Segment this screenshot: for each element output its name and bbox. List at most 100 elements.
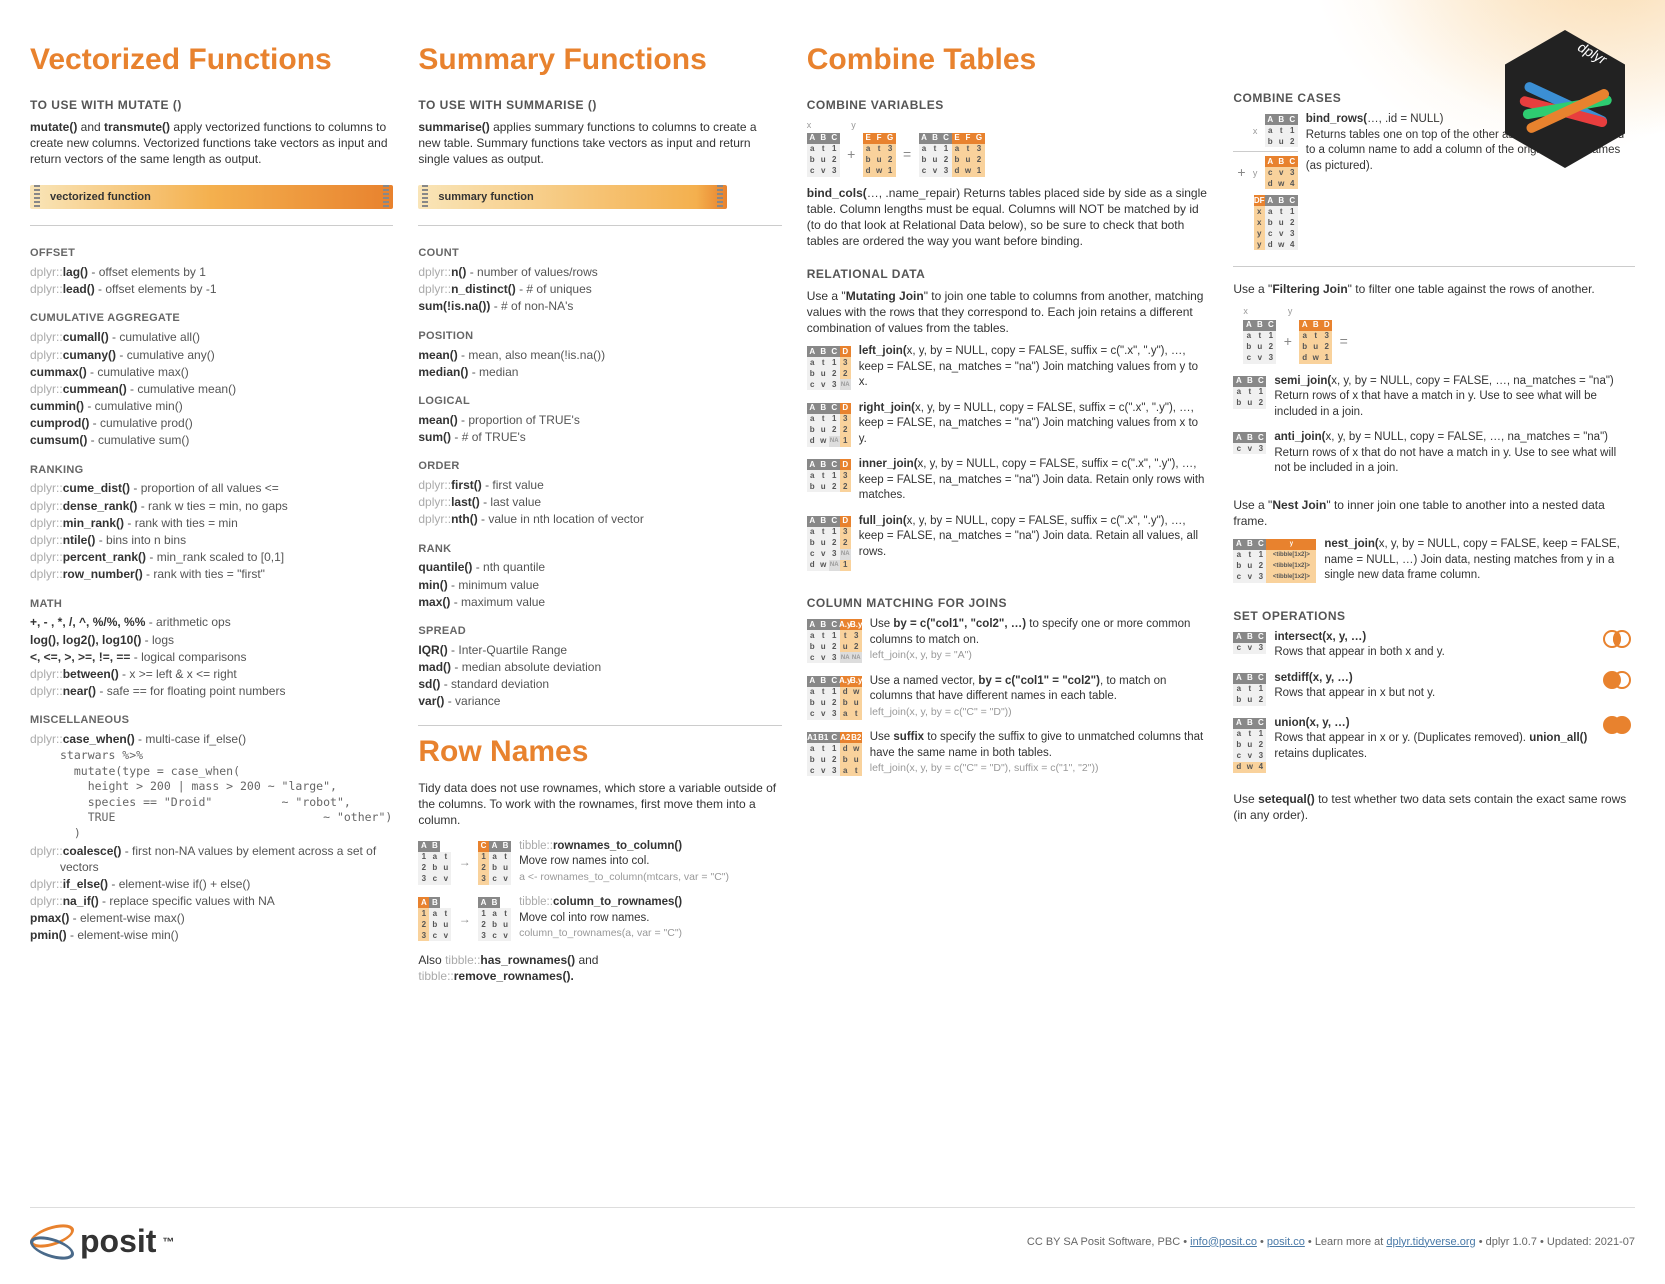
category-heading: OFFSET bbox=[30, 246, 393, 261]
category-heading: RANK bbox=[418, 542, 781, 557]
function-line: dplyr::na_if() - replace specific values… bbox=[30, 893, 393, 909]
rule bbox=[30, 225, 393, 226]
venn-setdiff-icon bbox=[1603, 671, 1635, 693]
filtering-intro: Use a "Filtering Join" to filter one tab… bbox=[1233, 281, 1635, 297]
column-combine: Combine Tables COMBINE VARIABLES xy ABCa… bbox=[807, 40, 1209, 1190]
subhead-combine-vars: COMBINE VARIABLES bbox=[807, 97, 1209, 113]
function-line: dplyr::cume_dist() - proportion of all v… bbox=[30, 480, 393, 496]
rule bbox=[418, 225, 781, 226]
function-line: pmin() - element-wise min() bbox=[30, 927, 393, 943]
column-to-rownames-row: AB1at2bu3cv → AB1at2bu3cv tibble::column… bbox=[418, 895, 781, 942]
function-line: dplyr::ntile() - bins into n bins bbox=[30, 532, 393, 548]
function-line: dplyr::case_when() - multi-case if_else(… bbox=[30, 731, 393, 747]
category-heading: CUMULATIVE AGGREGATE bbox=[30, 311, 393, 326]
subhead-matching: COLUMN MATCHING FOR JOINS bbox=[807, 595, 1209, 611]
rule bbox=[418, 725, 781, 726]
function-line: dplyr::near() - safe == for floating poi… bbox=[30, 683, 393, 699]
join-row: ABCDat13bu22inner_join(x, y, by = NULL, … bbox=[807, 457, 1209, 504]
function-line: dplyr::n_distinct() - # of uniques bbox=[418, 281, 781, 297]
union-row: ABCat1bu2cv3dw4 union(x, y, …)Rows that … bbox=[1233, 716, 1635, 773]
category-heading: LOGICAL bbox=[418, 394, 781, 409]
function-line: min() - minimum value bbox=[418, 577, 781, 593]
category-heading: POSITION bbox=[418, 329, 781, 344]
nest-intro: Use a "Nest Join" to inner join one tabl… bbox=[1233, 497, 1635, 529]
setdiff-row: ABCat1bu2 setdiff(x, y, …)Rows that appe… bbox=[1233, 671, 1635, 706]
posit-logo: posit™ bbox=[30, 1220, 174, 1264]
function-line: sum(!is.na()) - # of non-NA's bbox=[418, 298, 781, 314]
column-combine-cases: COMBINE CASES x ABCat1bu2 + y ABCcv3dw4 … bbox=[1233, 40, 1635, 1190]
join-row: ABCDat13bu22cv3NAleft_join(x, y, by = NU… bbox=[807, 344, 1209, 391]
summary-bar: summary function bbox=[418, 185, 727, 209]
function-line: dplyr::coalesce() - first non-NA values … bbox=[30, 843, 393, 875]
join-row: ABCDat13bu22dwNA1right_join(x, y, by = N… bbox=[807, 401, 1209, 448]
match-by-cols: ABCA.yB.yat1t3bu2u2cv3NANA Use by = c("c… bbox=[807, 617, 1209, 664]
setequal-note: Use setequal() to test whether two data … bbox=[1233, 791, 1635, 823]
function-line: max() - maximum value bbox=[418, 594, 781, 610]
posit-mark-icon bbox=[30, 1220, 74, 1264]
intro-rownames: Tidy data does not use rownames, which s… bbox=[418, 780, 781, 829]
function-line: dplyr::n() - number of values/rows bbox=[418, 264, 781, 280]
function-line: dplyr::between() - x >= left & x <= righ… bbox=[30, 666, 393, 682]
footer: posit™ CC BY SA Posit Software, PBC • in… bbox=[30, 1207, 1635, 1264]
column-vectorized: Vectorized Functions TO USE WITH MUTATE … bbox=[30, 40, 393, 1190]
subhead-mutate: TO USE WITH MUTATE () bbox=[30, 97, 393, 113]
bind-cols-desc: bind_cols(…, .name_repair) Returns table… bbox=[807, 185, 1209, 250]
heading-combine: Combine Tables bbox=[807, 40, 1209, 81]
category-heading: RANKING bbox=[30, 463, 393, 478]
function-line: cumsum() - cumulative sum() bbox=[30, 432, 393, 448]
function-line: dplyr::row_number() - rank with ties = "… bbox=[30, 566, 393, 582]
function-line: median() - median bbox=[418, 364, 781, 380]
intersect-row: ABCcv3 intersect(x, y, …)Rows that appea… bbox=[1233, 630, 1635, 661]
vectorized-bar: vectorized function bbox=[30, 185, 393, 209]
join-row: ABCDat13bu22cv3NAdwNA1full_join(x, y, by… bbox=[807, 514, 1209, 571]
function-line: dplyr::cumall() - cumulative all() bbox=[30, 329, 393, 345]
rule bbox=[1233, 266, 1635, 267]
function-line: +, - , *, /, ^, %/%, %% - arithmetic ops bbox=[30, 614, 393, 630]
rownames-to-column-row: AB1at2bu3cv → CAB1at2bu3cv tibble::rowna… bbox=[418, 839, 781, 886]
function-line: log(), log2(), log10() - logs bbox=[30, 632, 393, 648]
bind-cols-diagram: ABCat1bu2cv3 + EFGat3bu2dw1 = ABCEFGat1a… bbox=[807, 133, 1209, 177]
column-summary: Summary Functions TO USE WITH SUMMARISE … bbox=[418, 40, 781, 1190]
match-by-named: ABCA.yB.yat1dwbu2bucv3at Use a named vec… bbox=[807, 674, 1209, 721]
category-heading: ORDER bbox=[418, 459, 781, 474]
function-line: dplyr::cumany() - cumulative any() bbox=[30, 347, 393, 363]
function-line: pmax() - element-wise max() bbox=[30, 910, 393, 926]
venn-union-icon bbox=[1603, 716, 1635, 738]
venn-intersect-icon bbox=[1603, 630, 1635, 652]
category-heading: MISCELLANEOUS bbox=[30, 713, 393, 728]
function-line: quantile() - nth quantile bbox=[418, 559, 781, 575]
function-line: dplyr::lead() - offset elements by -1 bbox=[30, 281, 393, 297]
rownames-also: Also tibble::has_rownames() and tibble::… bbox=[418, 952, 781, 984]
function-line: sum() - # of TRUE's bbox=[418, 429, 781, 445]
function-line: dplyr::min_rank() - rank with ties = min bbox=[30, 515, 393, 531]
heading-summary: Summary Functions bbox=[418, 40, 781, 81]
function-line: dplyr::percent_rank() - min_rank scaled … bbox=[30, 549, 393, 565]
category-heading: SPREAD bbox=[418, 624, 781, 639]
footer-text: CC BY SA Posit Software, PBC • info@posi… bbox=[1027, 1235, 1635, 1250]
subhead-summarise: TO USE WITH SUMMARISE () bbox=[418, 97, 781, 113]
function-line: <, <=, >, >=, !=, == - logical compariso… bbox=[30, 649, 393, 665]
category-heading: MATH bbox=[30, 597, 393, 612]
nest-join-row: ABCyat1<tibble[1x2]>bu2<tibble[1x2]>cv3<… bbox=[1233, 537, 1635, 584]
function-line: dplyr::dense_rank() - rank w ties = min,… bbox=[30, 498, 393, 514]
footer-site-link[interactable]: posit.co bbox=[1267, 1236, 1305, 1248]
match-suffix: A1B1CA2B2at1dwbu2bucv3at Use suffix to s… bbox=[807, 730, 1209, 777]
footer-email-link[interactable]: info@posit.co bbox=[1190, 1236, 1257, 1248]
function-line: mad() - median absolute deviation bbox=[418, 659, 781, 675]
semi-join-row: ABCat1bu2 semi_join(x, y, by = NULL, cop… bbox=[1233, 374, 1635, 421]
function-line: cumprod() - cumulative prod() bbox=[30, 415, 393, 431]
category-heading: COUNT bbox=[418, 246, 781, 261]
function-line: dplyr::cummean() - cumulative mean() bbox=[30, 381, 393, 397]
cheatsheet-page: Vectorized Functions TO USE WITH MUTATE … bbox=[30, 40, 1635, 1190]
intro-vectorized: mutate() and transmute() apply vectorize… bbox=[30, 119, 393, 168]
intro-summary: summarise() applies summary functions to… bbox=[418, 119, 781, 168]
subhead-relational: RELATIONAL DATA bbox=[807, 266, 1209, 282]
function-line: sd() - standard deviation bbox=[418, 676, 781, 692]
function-line: cummax() - cumulative max() bbox=[30, 364, 393, 380]
function-line: dplyr::first() - first value bbox=[418, 477, 781, 493]
relational-intro: Use a "Mutating Join" to join one table … bbox=[807, 288, 1209, 337]
function-line: mean() - proportion of TRUE's bbox=[418, 412, 781, 428]
footer-docs-link[interactable]: dplyr.tidyverse.org bbox=[1386, 1236, 1475, 1248]
function-line: dplyr::lag() - offset elements by 1 bbox=[30, 264, 393, 280]
function-line: IQR() - Inter-Quartile Range bbox=[418, 642, 781, 658]
